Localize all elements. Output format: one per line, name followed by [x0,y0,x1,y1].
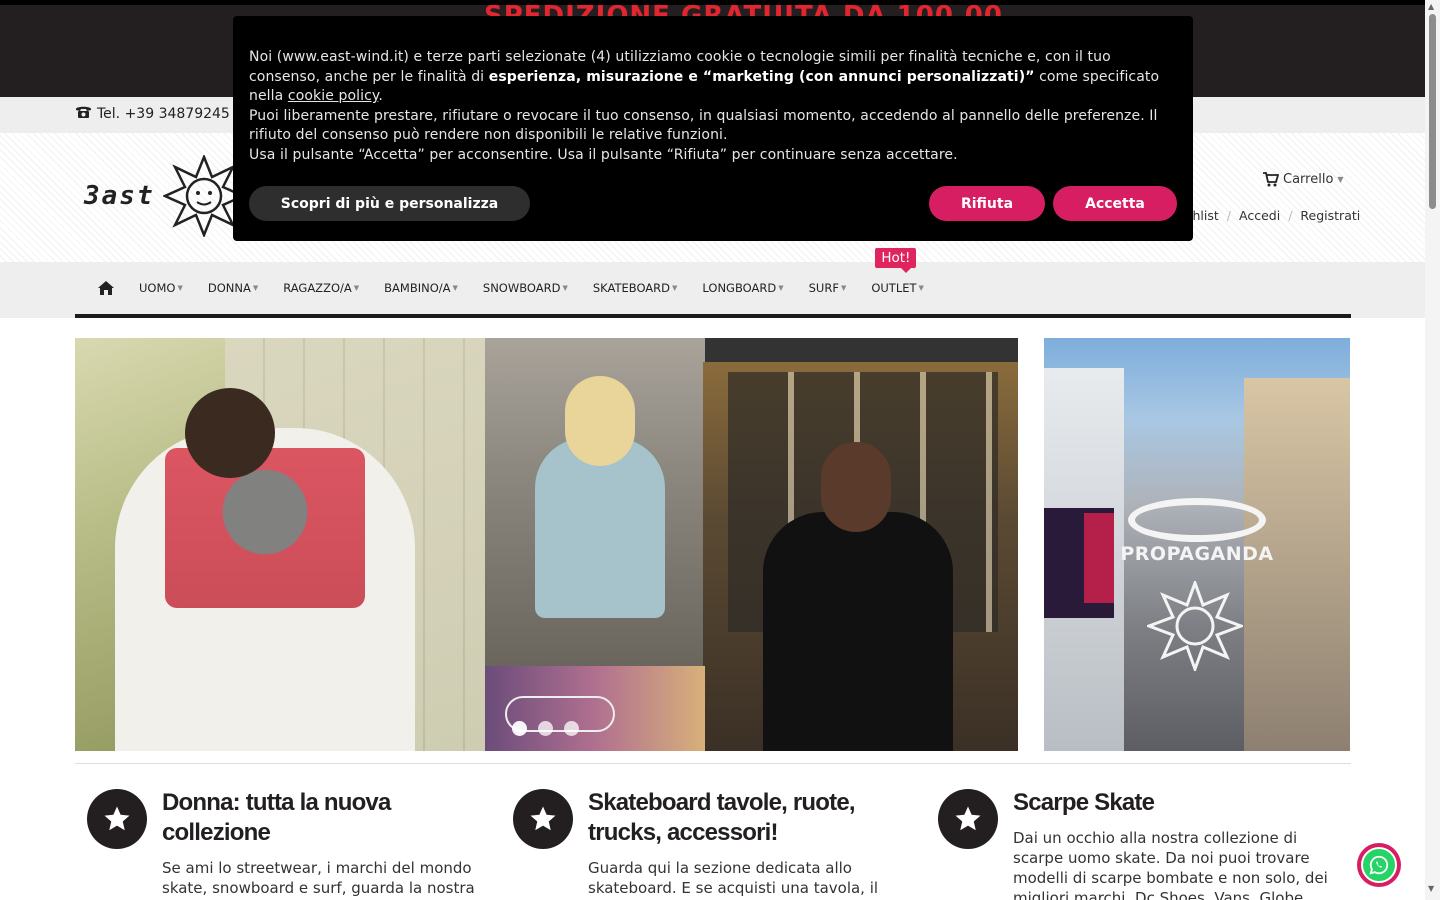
star-icon [87,789,147,849]
nav-item-label: OUTLET [871,281,917,295]
phone-icon [75,105,92,123]
nav-item-bambino[interactable]: BAMBINO/A ▼ [384,281,458,295]
page-scrollbar[interactable]: ▲ ▼ [1425,0,1440,900]
cart-label: Carrello [1283,171,1334,187]
nav-item-surf[interactable]: SURF ▼ [809,281,847,295]
carousel-dot-1[interactable] [512,721,527,736]
caret-down-icon: ▼ [452,284,458,292]
cart-link[interactable]: Carrello ▼ [1262,171,1344,187]
cookie-text-2: Puoi liberamente prestare, rifiutare o r… [249,107,1158,144]
caret-down-icon: ▼ [840,284,847,292]
nav-item-label: UOMO [139,281,176,295]
hero-photo-3 [703,362,1018,751]
nav-item-donna[interactable]: DONNA ▼ [208,281,258,295]
section-divider [75,763,1351,764]
hero-carousel[interactable] [75,338,1018,751]
hot-badge: Hot! [875,248,917,273]
nav-item-outlet[interactable]: Hot! OUTLET ▼ [871,248,924,295]
nav-item-label: SURF [808,281,839,295]
caret-down-icon: ▼ [353,284,360,292]
main-nav: UOMO ▼ DONNA ▼ RAGAZZO/A ▼ BAMBINO/A ▼ SNOWB… [0,248,1425,318]
cart-icon [1263,172,1279,187]
side-banner-brand: PROPAGANDA [1120,543,1274,565]
reject-button[interactable]: Rifiuta [929,186,1045,221]
carousel-dot-3[interactable] [564,721,579,736]
cookie-consent-dialog: Noi (www.east-wind.it) e terze parti sel… [233,16,1193,241]
feature-text: Dai un occhio alla nostra collezione di … [1013,829,1328,900]
caret-down-icon: ▼ [562,284,568,292]
scroll-down-icon[interactable]: ▼ [1428,884,1434,893]
nav-item-label: LONGBOARD [702,281,777,295]
caret-down-icon: ▼ [672,284,678,292]
whatsapp-icon [1361,847,1397,883]
carousel-dots [512,721,579,736]
nav-bar: UOMO ▼ DONNA ▼ RAGAZZO/A ▼ BAMBINO/A ▼ SNOWB… [75,248,1351,318]
nav-item-label: DONNA [207,281,251,295]
sun-logo-icon [1147,581,1243,671]
scroll-up-icon[interactable]: ▲ [1428,2,1434,11]
caret-down-icon: ▼ [252,284,259,292]
nav-item-label: RAGAZZO/A [283,281,352,295]
star-icon [938,789,998,849]
nav-item-longboard[interactable]: LONGBOARD ▼ [702,281,783,295]
feature-title: Scarpe Skate [1013,789,1155,816]
separator: / [1226,208,1232,223]
logo-wordmark: 3ast [84,181,155,211]
scrollbar-thumb[interactable] [1429,14,1436,209]
nav-item-ragazzo[interactable]: RAGAZZO/A ▼ [283,281,359,295]
register-link[interactable]: Registrati [1300,208,1360,223]
nav-item-snowboard[interactable]: SNOWBOARD ▼ [483,281,568,295]
caret-down-icon: ▼ [778,284,784,292]
feature-text: Guarda qui la sezione dedicata allo skat… [588,859,879,900]
separator: / [1288,208,1293,223]
caret-down-icon: ▼ [918,284,924,292]
cookie-text-3: Usa il pulsante “Accetta” per acconsenti… [249,146,958,163]
feature-title: Donna: tutta la nuova collezione [162,789,391,846]
carousel-dot-2[interactable] [538,721,553,736]
star-icon [513,789,573,849]
cookie-policy-link[interactable]: cookie policy [288,88,378,104]
whatsapp-button[interactable] [1357,843,1401,887]
caret-down-icon: ▼ [177,284,183,292]
phone-contact[interactable]: Tel. +39 34879245 [75,105,230,123]
hero-photo-1 [75,338,485,751]
home-icon [98,281,114,295]
nav-item-label: SKATEBOARD [592,281,671,295]
nav-item-skateboard[interactable]: SKATEBOARD ▼ [593,281,678,295]
home-link[interactable] [97,280,115,296]
hero-brand-logo [485,666,705,751]
site-logo[interactable]: 3ast [84,155,245,237]
nav-item-label: BAMBINO/A [384,281,451,295]
user-links: shlist / Accedi / Registrati [1186,208,1360,223]
phone-number: Tel. +39 34879245 [97,106,230,122]
chevron-down-icon: ▼ [1337,174,1344,184]
side-banner-propaganda[interactable]: PROPAGANDA [1044,338,1350,751]
learn-more-customize-button[interactable]: Scopri di più e personalizza [249,186,530,221]
feature-title: Skateboard tavole, ruote, trucks, access… [588,789,856,846]
accept-button[interactable]: Accetta [1053,186,1177,221]
feature-text: Se ami lo streetwear, i marchi del mondo… [162,859,475,897]
cookie-text-1: Noi (www.east-wind.it) e terze parti sel… [249,49,1160,104]
hero-photo-2 [485,338,705,666]
infinity-logo-icon [1128,498,1266,542]
login-link[interactable]: Accedi [1239,208,1280,223]
nav-item-label: SNOWBOARD [482,281,561,295]
nav-item-uomo[interactable]: UOMO ▼ [139,281,183,295]
